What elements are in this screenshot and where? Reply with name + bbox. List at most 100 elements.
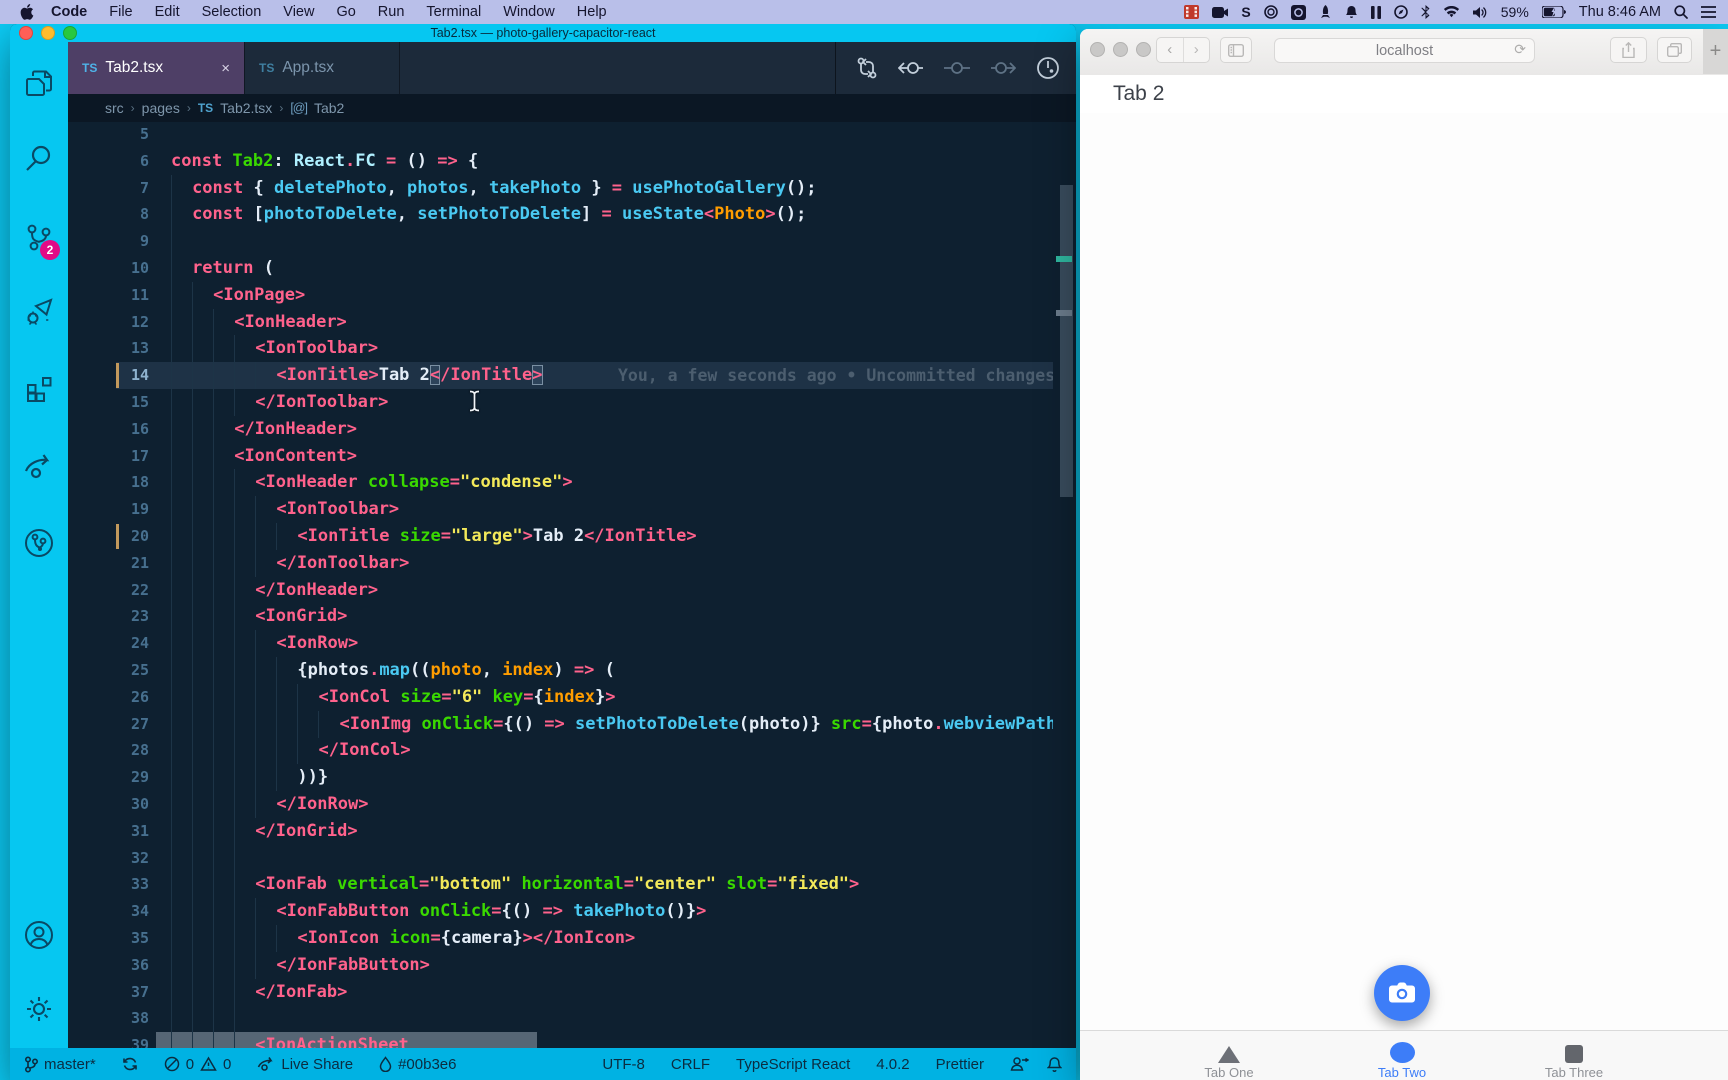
- language-mode-item[interactable]: TypeScript React: [736, 1056, 850, 1073]
- code-line[interactable]: 10 return (: [116, 255, 1053, 282]
- menu-window[interactable]: Window: [492, 4, 566, 20]
- gitlens-icon[interactable]: [10, 526, 68, 560]
- code-line[interactable]: 34 <IonFabButton onClick={() => takePhoto…: [116, 898, 1053, 926]
- share-button[interactable]: [1610, 37, 1647, 63]
- extensions-icon[interactable]: [10, 372, 68, 406]
- wifi-icon[interactable]: [1443, 3, 1460, 21]
- close-window-button[interactable]: [1090, 42, 1105, 57]
- address-bar[interactable]: localhost ⟳: [1274, 38, 1535, 63]
- film-icon[interactable]: [1184, 3, 1200, 21]
- breadcrumb-src[interactable]: src: [105, 100, 124, 116]
- eol-item[interactable]: CRLF: [671, 1056, 710, 1073]
- code-line[interactable]: 35 <IonIcon icon={camera}></IonIcon>: [116, 925, 1053, 952]
- rocket-icon[interactable]: [1319, 3, 1332, 21]
- bluetooth-icon[interactable]: [1421, 3, 1430, 21]
- menu-app-name[interactable]: Code: [40, 4, 98, 20]
- explorer-icon[interactable]: [10, 66, 68, 100]
- code-line[interactable]: 36 </IonFabButton>: [116, 951, 1053, 979]
- tabs-overview-button[interactable]: [1657, 37, 1692, 63]
- menu-selection[interactable]: Selection: [191, 4, 273, 20]
- control-center-icon[interactable]: [1701, 3, 1716, 21]
- apple-menu-icon[interactable]: [14, 3, 40, 21]
- code-line[interactable]: 20 <IonTitle size="large">Tab 2</IonTitle…: [116, 523, 1053, 550]
- tab-tab2-tsx[interactable]: TS Tab2.tsx ×: [68, 42, 245, 94]
- code-line[interactable]: 19 <IonToolbar>: [116, 496, 1053, 524]
- code-line[interactable]: 37 </IonFab>: [116, 978, 1053, 1006]
- menu-go[interactable]: Go: [325, 4, 366, 20]
- minimize-window-button[interactable]: [1113, 42, 1128, 57]
- tab-three-button[interactable]: Tab Three: [1514, 1031, 1634, 1080]
- breadcrumb-pages[interactable]: pages: [142, 100, 180, 116]
- window-app-icon[interactable]: [1290, 3, 1306, 21]
- code-line[interactable]: 22 </IonHeader>: [116, 576, 1053, 604]
- code-line[interactable]: 29))}: [116, 764, 1053, 792]
- forward-button[interactable]: ›: [1184, 38, 1210, 62]
- code-line[interactable]: 14 <IonTitle>Tab 2</IonTitle> You, a few s…: [116, 362, 1053, 390]
- editor-scrollbar[interactable]: [1060, 185, 1073, 497]
- code-line[interactable]: 33 <IonFab vertical="bottom" horizontal="…: [116, 871, 1053, 899]
- refresh-icon[interactable]: ⟳: [1514, 41, 1526, 58]
- back-button[interactable]: ‹: [1157, 38, 1184, 62]
- tab-app-tsx[interactable]: TS App.tsx: [245, 42, 400, 94]
- menu-run[interactable]: Run: [367, 4, 416, 20]
- compass-icon[interactable]: [1393, 3, 1408, 21]
- git-branch-item[interactable]: master*: [24, 1056, 96, 1073]
- menubar-clock[interactable]: Thu 8:46 AM: [1579, 4, 1661, 20]
- code-line[interactable]: 21 </IonToolbar>: [116, 549, 1053, 577]
- git-compare-icon[interactable]: [856, 56, 878, 80]
- code-line[interactable]: 32: [116, 844, 1053, 872]
- code-line[interactable]: 15 </IonToolbar>: [116, 389, 1053, 416]
- menu-file[interactable]: File: [98, 4, 143, 20]
- menu-view[interactable]: View: [272, 4, 325, 20]
- code-line[interactable]: 23 <IonGrid>: [116, 603, 1053, 631]
- encoding-item[interactable]: UTF-8: [602, 1056, 645, 1073]
- live-share-button[interactable]: Live Share: [257, 1056, 353, 1073]
- live-share-icon[interactable]: [10, 449, 68, 483]
- sync-button[interactable]: [122, 1056, 138, 1072]
- code-line[interactable]: 18 <IonHeader collapse="condense">: [116, 469, 1053, 497]
- record-icon[interactable]: [1263, 3, 1278, 21]
- s-app-icon[interactable]: S: [1241, 3, 1250, 21]
- close-tab-icon[interactable]: ×: [221, 60, 230, 77]
- code-line[interactable]: 31 </IonGrid>: [116, 817, 1053, 845]
- feedback-button[interactable]: [1010, 1056, 1029, 1072]
- code-line[interactable]: 25 {photos.map((photo, index) => (: [116, 657, 1053, 684]
- code-line[interactable]: 11 <IonPage>: [116, 281, 1053, 309]
- code-line[interactable]: 9: [116, 228, 1053, 256]
- camera-icon[interactable]: [1212, 3, 1229, 21]
- notifications-button[interactable]: [1047, 1056, 1062, 1073]
- next-change-icon[interactable]: [990, 59, 1016, 77]
- search-icon[interactable]: [10, 141, 68, 175]
- spotlight-icon[interactable]: [1674, 3, 1688, 21]
- code-line[interactable]: 13 <IonToolbar>: [116, 335, 1053, 363]
- problems-item[interactable]: 0 0: [164, 1056, 231, 1073]
- code-line[interactable]: 27 <IonImg onClick={() => setPhotoToDelet…: [116, 710, 1053, 738]
- traffic-lights-inactive[interactable]: [1090, 42, 1151, 57]
- camera-fab-button[interactable]: [1374, 965, 1430, 1021]
- tab-one-button[interactable]: Tab One: [1169, 1031, 1289, 1080]
- code-line[interactable]: 24 <IonRow>: [116, 630, 1053, 658]
- ts-version-item[interactable]: 4.0.2: [876, 1056, 909, 1073]
- pause-icon[interactable]: [1370, 3, 1381, 21]
- code-editor[interactable]: 5 6 const Tab2: React.FC = () => {7 const {…: [68, 122, 1076, 1048]
- previous-change-icon[interactable]: [898, 59, 924, 77]
- accounts-icon[interactable]: [10, 918, 68, 952]
- menu-help[interactable]: Help: [566, 4, 618, 20]
- tab-two-button[interactable]: Tab Two: [1342, 1031, 1462, 1080]
- new-tab-button[interactable]: +: [1703, 29, 1728, 74]
- vscode-titlebar[interactable]: Tab2.tsx — photo-gallery-capacitor-react: [10, 24, 1076, 42]
- source-control-icon[interactable]: 2: [10, 220, 68, 260]
- history-circle-icon[interactable]: [1036, 56, 1060, 80]
- breadcrumb-file[interactable]: Tab2.tsx: [220, 100, 272, 116]
- code-line[interactable]: 5: [116, 122, 1053, 148]
- code-line[interactable]: 28 </IonCol>: [116, 737, 1053, 765]
- code-line[interactable]: 8 const [photoToDelete, setPhotoToDelete]…: [116, 201, 1053, 229]
- change-marker-icon[interactable]: [944, 59, 970, 77]
- code-line[interactable]: 26 <IonCol size="6" key={index}>: [116, 683, 1053, 711]
- formatter-item[interactable]: Prettier: [936, 1056, 984, 1073]
- zoom-window-button[interactable]: [1136, 42, 1151, 57]
- run-debug-icon[interactable]: [10, 295, 68, 329]
- bell-icon[interactable]: [1345, 3, 1358, 21]
- menu-edit[interactable]: Edit: [144, 4, 191, 20]
- code-line[interactable]: 39 <IonActionSheet: [116, 1032, 1053, 1048]
